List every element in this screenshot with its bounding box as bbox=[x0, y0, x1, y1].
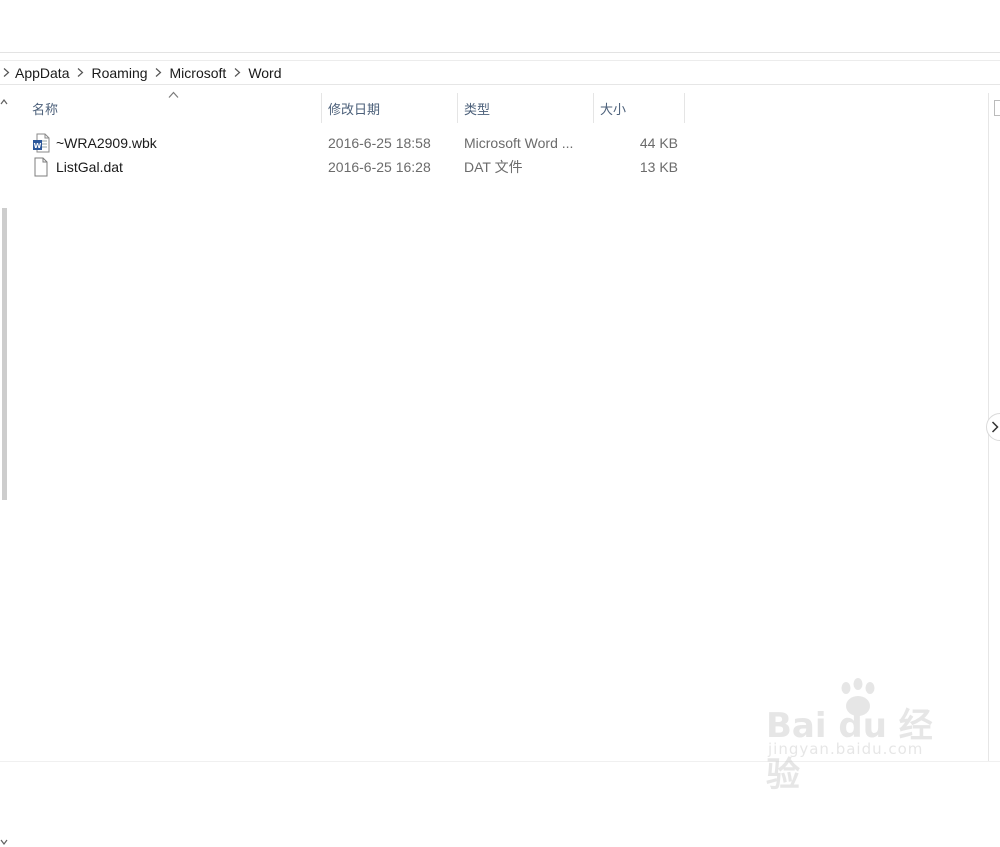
scroll-down-arrow-icon[interactable] bbox=[0, 837, 8, 847]
file-date: 2016-6-25 18:58 bbox=[328, 135, 431, 151]
breadcrumb-microsoft[interactable]: Microsoft bbox=[167, 65, 230, 81]
file-name: ListGal.dat bbox=[56, 159, 123, 175]
chevron-right-icon[interactable] bbox=[151, 68, 167, 77]
file-size: 44 KB bbox=[639, 135, 678, 151]
file-row[interactable]: ListGal.dat 2016-6-25 16:28 DAT 文件 13 KB bbox=[24, 155, 678, 179]
toolbar-divider bbox=[0, 52, 1000, 53]
column-header-size-label: 大小 bbox=[600, 101, 627, 117]
file-name: ~WRA2909.wbk bbox=[56, 135, 157, 151]
breadcrumb-roaming[interactable]: Roaming bbox=[88, 65, 150, 81]
file-name-cell[interactable]: ListGal.dat bbox=[24, 157, 322, 177]
breadcrumb-word[interactable]: Word bbox=[245, 65, 284, 81]
file-size: 13 KB bbox=[639, 159, 678, 175]
details-pane-edge bbox=[994, 100, 1000, 116]
word-document-icon: W bbox=[32, 133, 50, 153]
file-name-cell[interactable]: W ~WRA2909.wbk bbox=[24, 133, 322, 153]
blank-file-icon bbox=[32, 157, 50, 177]
scroll-up-arrow-icon[interactable] bbox=[0, 97, 8, 107]
column-header-type[interactable]: 类型 bbox=[458, 93, 594, 123]
baidu-jingyan-watermark: Bai du 经验 jingyan.baidu.com bbox=[766, 678, 956, 795]
column-header-name[interactable]: 名称 bbox=[24, 91, 322, 123]
file-list: W ~WRA2909.wbk 2016-6-25 18:58 Microsoft… bbox=[24, 131, 678, 179]
file-row[interactable]: W ~WRA2909.wbk 2016-6-25 18:58 Microsoft… bbox=[24, 131, 678, 155]
file-date: 2016-6-25 16:28 bbox=[328, 159, 431, 175]
column-header-date-label: 修改日期 bbox=[328, 101, 381, 117]
address-bar[interactable]: AppData Roaming Microsoft Word bbox=[0, 61, 1000, 85]
breadcrumb-appdata[interactable]: AppData bbox=[12, 65, 72, 81]
watermark-url: jingyan.baidu.com bbox=[768, 740, 924, 758]
column-headers: 名称 修改日期 类型 大小 bbox=[24, 91, 685, 123]
chevron-right-icon[interactable] bbox=[0, 68, 12, 77]
column-header-name-label: 名称 bbox=[32, 101, 59, 117]
scrollbar-thumb[interactable] bbox=[2, 208, 7, 500]
column-header-size[interactable]: 大小 bbox=[594, 93, 685, 123]
column-header-date[interactable]: 修改日期 bbox=[322, 93, 458, 123]
chevron-right-icon[interactable] bbox=[229, 68, 245, 77]
chevron-right-icon[interactable] bbox=[72, 68, 88, 77]
nav-pane-scrollbar[interactable] bbox=[0, 93, 8, 845]
sort-ascending-icon bbox=[168, 91, 179, 98]
file-type: Microsoft Word ... bbox=[464, 135, 574, 151]
svg-text:W: W bbox=[34, 142, 42, 150]
column-header-type-label: 类型 bbox=[464, 101, 491, 117]
chevron-right-icon bbox=[991, 421, 999, 433]
file-type: DAT 文件 bbox=[464, 159, 523, 175]
